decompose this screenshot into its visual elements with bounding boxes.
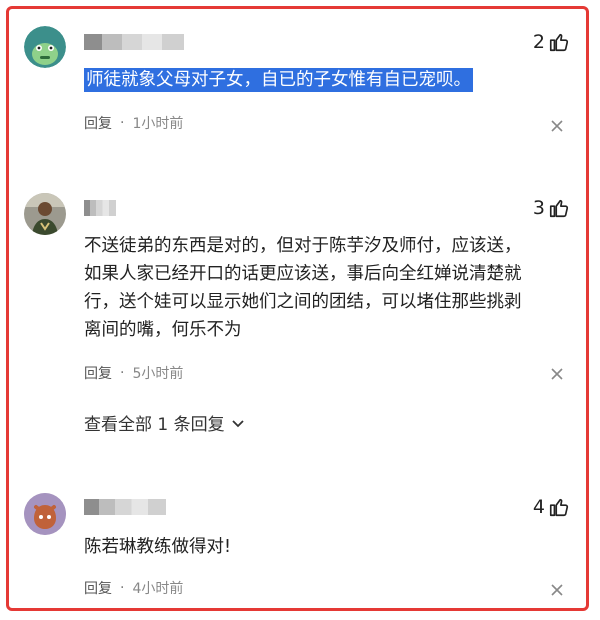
comment-text: 师徒就象父母对子女，自已的子女惟有自已宠呗。 bbox=[84, 66, 574, 94]
reply-button[interactable]: 回复 bbox=[84, 578, 112, 598]
comment-line: 行，送个娃可以显示她们之间的团结，可以堵住那些挑剥 bbox=[84, 292, 522, 312]
view-all-replies-label: 查看全部 1 条回复 bbox=[84, 415, 225, 435]
thumbs-up-icon bbox=[549, 33, 569, 52]
comment-time: 1小时前 bbox=[132, 116, 184, 132]
avatar[interactable] bbox=[24, 26, 66, 68]
avatar[interactable] bbox=[24, 493, 66, 535]
comment-meta: 回复 · 4小时前 bbox=[84, 578, 183, 598]
reply-button[interactable]: 回复 bbox=[84, 363, 112, 383]
thumbs-up-icon bbox=[549, 199, 569, 218]
meta-separator: · bbox=[120, 115, 125, 131]
comment-time: 4小时前 bbox=[132, 581, 184, 597]
username-blurred[interactable] bbox=[84, 200, 116, 216]
avatar[interactable] bbox=[24, 193, 66, 235]
avatar-photo-icon bbox=[24, 193, 66, 235]
selected-text[interactable]: 师徒就象父母对子女，自已的子女惟有自已宠呗。 bbox=[84, 68, 473, 92]
close-icon[interactable] bbox=[550, 118, 564, 132]
comment-text: 不送徒弟的东西是对的，但对于陈芋汐及师付，应该送， 如果人家已经开口的话更应该送… bbox=[84, 232, 574, 344]
like-count: 3 bbox=[532, 197, 545, 219]
close-icon[interactable] bbox=[550, 582, 564, 596]
comment-line: 离间的嘴，何乐不为 bbox=[84, 320, 242, 340]
view-all-replies-button[interactable]: 查看全部 1 条回复 bbox=[84, 410, 245, 435]
comment-text: 陈若琳教练做得对! bbox=[84, 533, 574, 561]
like-button[interactable]: 2 bbox=[533, 30, 570, 54]
meta-separator: · bbox=[120, 580, 125, 596]
like-count: 2 bbox=[532, 31, 545, 53]
comment-line: 不送徒弟的东西是对的，但对于陈芋汐及师付，应该送， bbox=[84, 236, 522, 256]
comment-time: 5小时前 bbox=[132, 366, 184, 382]
comment-meta: 回复 · 1小时前 bbox=[84, 113, 183, 133]
thumbs-up-icon bbox=[549, 498, 569, 517]
avatar-cartoon-icon bbox=[24, 26, 66, 68]
chevron-down-icon bbox=[231, 419, 244, 427]
avatar-illustration-icon bbox=[24, 493, 66, 535]
username-blurred[interactable] bbox=[84, 34, 184, 50]
comment-meta: 回复 · 5小时前 bbox=[84, 363, 183, 383]
reply-button[interactable]: 回复 bbox=[84, 113, 112, 133]
comment-line: 如果人家已经开口的话更应该送，事后向全红婵说清楚就 bbox=[84, 264, 522, 284]
comment-text-content: 陈若琳教练做得对! bbox=[84, 537, 232, 557]
close-icon[interactable] bbox=[550, 366, 564, 380]
username-blurred[interactable] bbox=[84, 499, 166, 515]
meta-separator: · bbox=[120, 365, 125, 381]
like-count: 4 bbox=[532, 496, 545, 518]
like-button[interactable]: 4 bbox=[533, 495, 570, 519]
like-button[interactable]: 3 bbox=[533, 196, 570, 220]
